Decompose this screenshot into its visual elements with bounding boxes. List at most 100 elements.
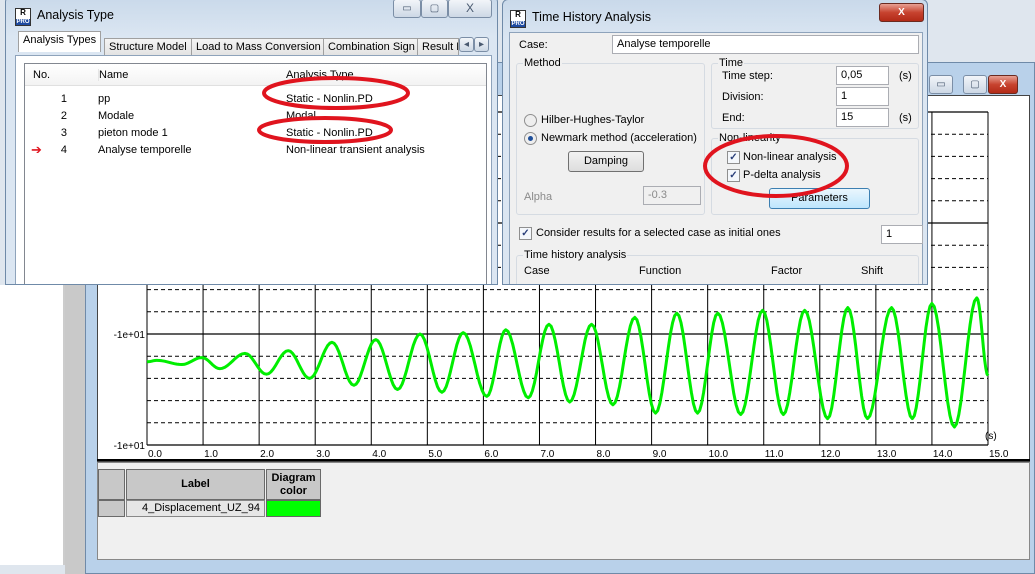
time-step-label: Time step: <box>722 70 773 82</box>
alpha-input: -0.3 <box>643 186 701 205</box>
initial-results-label[interactable]: Consider results for a selected case as … <box>536 227 781 239</box>
row-number: 3 <box>60 127 67 139</box>
row-analysis-type: Modal <box>286 110 316 122</box>
dialog-title: Time History Analysis <box>532 10 652 24</box>
pdelta-analysis-label: P-delta analysis <box>743 169 821 181</box>
initial-case-input[interactable]: 1 <box>881 225 923 244</box>
legend-row-label[interactable]: 4_Displacement_UZ_94 <box>126 500 265 517</box>
pdelta-analysis-checkbox[interactable]: ✓ <box>727 169 740 182</box>
parameters-button[interactable]: Parameters <box>769 188 870 209</box>
initial-results-checkbox[interactable]: ✓ <box>519 227 532 240</box>
x-tick-label: 0.0 <box>148 449 162 460</box>
tab-analysis-types[interactable]: Analysis Types <box>18 31 102 52</box>
chart-close-button[interactable]: X <box>988 75 1018 94</box>
list-header <box>25 64 486 86</box>
analysis-list: No. Name Analysis Type 1 pp Static - Nonli… <box>24 63 487 284</box>
nonlinear-analysis-label[interactable]: Non-linear analysis <box>743 151 837 163</box>
x-tick-label: 14.0 <box>933 449 953 460</box>
row-number: 1 <box>60 93 67 105</box>
time-step-input[interactable]: 0,05 <box>836 66 889 85</box>
y-tick-label: -1e+01 <box>114 330 146 341</box>
y-tick-label: -1e+01 <box>114 441 146 452</box>
column-header-label: Label <box>126 469 265 500</box>
x-tick-label: 12.0 <box>821 449 841 460</box>
table-row[interactable]: ➔ 4 Analyse temporelle Non-linear transient… <box>25 142 486 159</box>
x-tick-label: 10.0 <box>709 449 729 460</box>
row-header[interactable] <box>98 500 125 517</box>
close-button[interactable]: X <box>448 0 492 18</box>
legend-row-color-swatch[interactable] <box>266 500 321 517</box>
time-history-dialog: R PRO Time History Analysis X Case: Analy… <box>502 0 928 285</box>
damping-button[interactable]: Damping <box>568 151 644 172</box>
x-tick-label: 15.0 <box>989 449 1009 460</box>
newmark-method-radio[interactable] <box>524 132 537 145</box>
method-group-label: Method <box>523 57 562 69</box>
minimize-button[interactable]: ▭ <box>393 0 421 18</box>
close-button[interactable]: X <box>879 3 924 22</box>
x-tick-label: 6.0 <box>484 449 498 460</box>
nonlinearity-group-label: Non-linearity <box>718 132 782 144</box>
tab-scroll-right-button[interactable]: ▸ <box>474 37 489 52</box>
tab-structure-model[interactable]: Structure Model <box>104 38 192 55</box>
x-tick-label: 13.0 <box>877 449 897 460</box>
column-case: Case <box>524 265 550 277</box>
x-tick-label: 9.0 <box>653 449 667 460</box>
column-factor: Factor <box>771 265 803 277</box>
left-strip <box>65 285 85 574</box>
maximize-button[interactable]: ▢ <box>421 0 448 18</box>
tab-result[interactable]: Result F <box>417 38 459 55</box>
row-analysis-type: Static - Nonlin.PD <box>286 93 373 105</box>
table-row[interactable]: 2 Modale Modal <box>25 108 486 125</box>
tab-scroll-left-button[interactable]: ◂ <box>459 37 474 52</box>
time-group-label: Time <box>718 57 745 69</box>
dialog-title: Analysis Type <box>37 8 114 22</box>
row-name: Analyse temporelle <box>98 144 192 156</box>
x-tick-label: 4.0 <box>372 449 386 460</box>
hilber-hughes-taylor-radio[interactable] <box>524 114 537 127</box>
table-row[interactable]: 1 pp Static - Nonlin.PD <box>25 91 486 108</box>
row-name: pp <box>98 93 111 105</box>
row-name: Modale <box>98 110 135 122</box>
chart-minimize-button[interactable]: ▭ <box>929 75 953 94</box>
row-analysis-type: Static - Nonlin.PD <box>286 127 373 139</box>
case-name-input[interactable]: Analyse temporelle <box>612 35 919 54</box>
end-label: End: <box>722 112 745 124</box>
hilber-hughes-taylor-label[interactable]: Hilber-Hughes-Taylor <box>541 114 644 126</box>
case-label: Case: <box>519 39 548 51</box>
chart-maximize-button[interactable]: ▢ <box>963 75 987 94</box>
time-step-unit: (s) <box>899 70 912 82</box>
time-history-group-label: Time history analysis <box>523 249 628 261</box>
nonlinear-analysis-checkbox[interactable]: ✓ <box>727 151 740 164</box>
newmark-method-label[interactable]: Newmark method (acceleration) <box>541 132 697 144</box>
x-tick-label: 7.0 <box>540 449 554 460</box>
x-tick-label: 11.0 <box>765 449 784 460</box>
row-name: pieton mode 1 <box>98 127 168 139</box>
end-unit: (s) <box>899 112 912 124</box>
x-tick-label: 1.0 <box>204 449 218 460</box>
x-tick-label: 8.0 <box>597 449 611 460</box>
column-function: Function <box>639 265 682 277</box>
column-header-no[interactable]: No. <box>33 69 50 81</box>
analysis-type-dialog: R PRO Analysis Type ▭ ▢ X Analysis Types … <box>5 0 498 285</box>
time-history-group: Time history analysis <box>516 249 919 284</box>
division-label: Division: <box>722 91 764 103</box>
column-header-diagram-color: Diagram color <box>266 469 321 500</box>
robot-app-icon: R PRO <box>15 8 31 26</box>
column-header-name[interactable]: Name <box>98 69 128 81</box>
table-row[interactable]: 3 pieton mode 1 Static - Nonlin.PD <box>25 125 486 142</box>
tab-load-to-mass-conversion[interactable]: Load to Mass Conversion <box>191 38 326 55</box>
end-time-input[interactable]: 15 <box>836 108 889 127</box>
table-corner <box>98 469 125 500</box>
column-header-analysis-type[interactable]: Analysis Type <box>286 69 354 81</box>
tab-combination-sign[interactable]: Combination Sign <box>323 38 420 55</box>
chart-x-label: (s) <box>985 431 997 442</box>
left-panel <box>0 285 65 565</box>
column-shift: Shift <box>861 265 884 277</box>
x-tick-label: 5.0 <box>428 449 442 460</box>
division-input[interactable]: 1 <box>836 87 889 106</box>
x-tick-label: 2.0 <box>260 449 274 460</box>
x-tick-label: 3.0 <box>316 449 330 460</box>
current-case-arrow-icon: ➔ <box>31 142 42 157</box>
row-analysis-type: Non-linear transient analysis <box>286 144 425 156</box>
alpha-label: Alpha <box>524 191 553 203</box>
